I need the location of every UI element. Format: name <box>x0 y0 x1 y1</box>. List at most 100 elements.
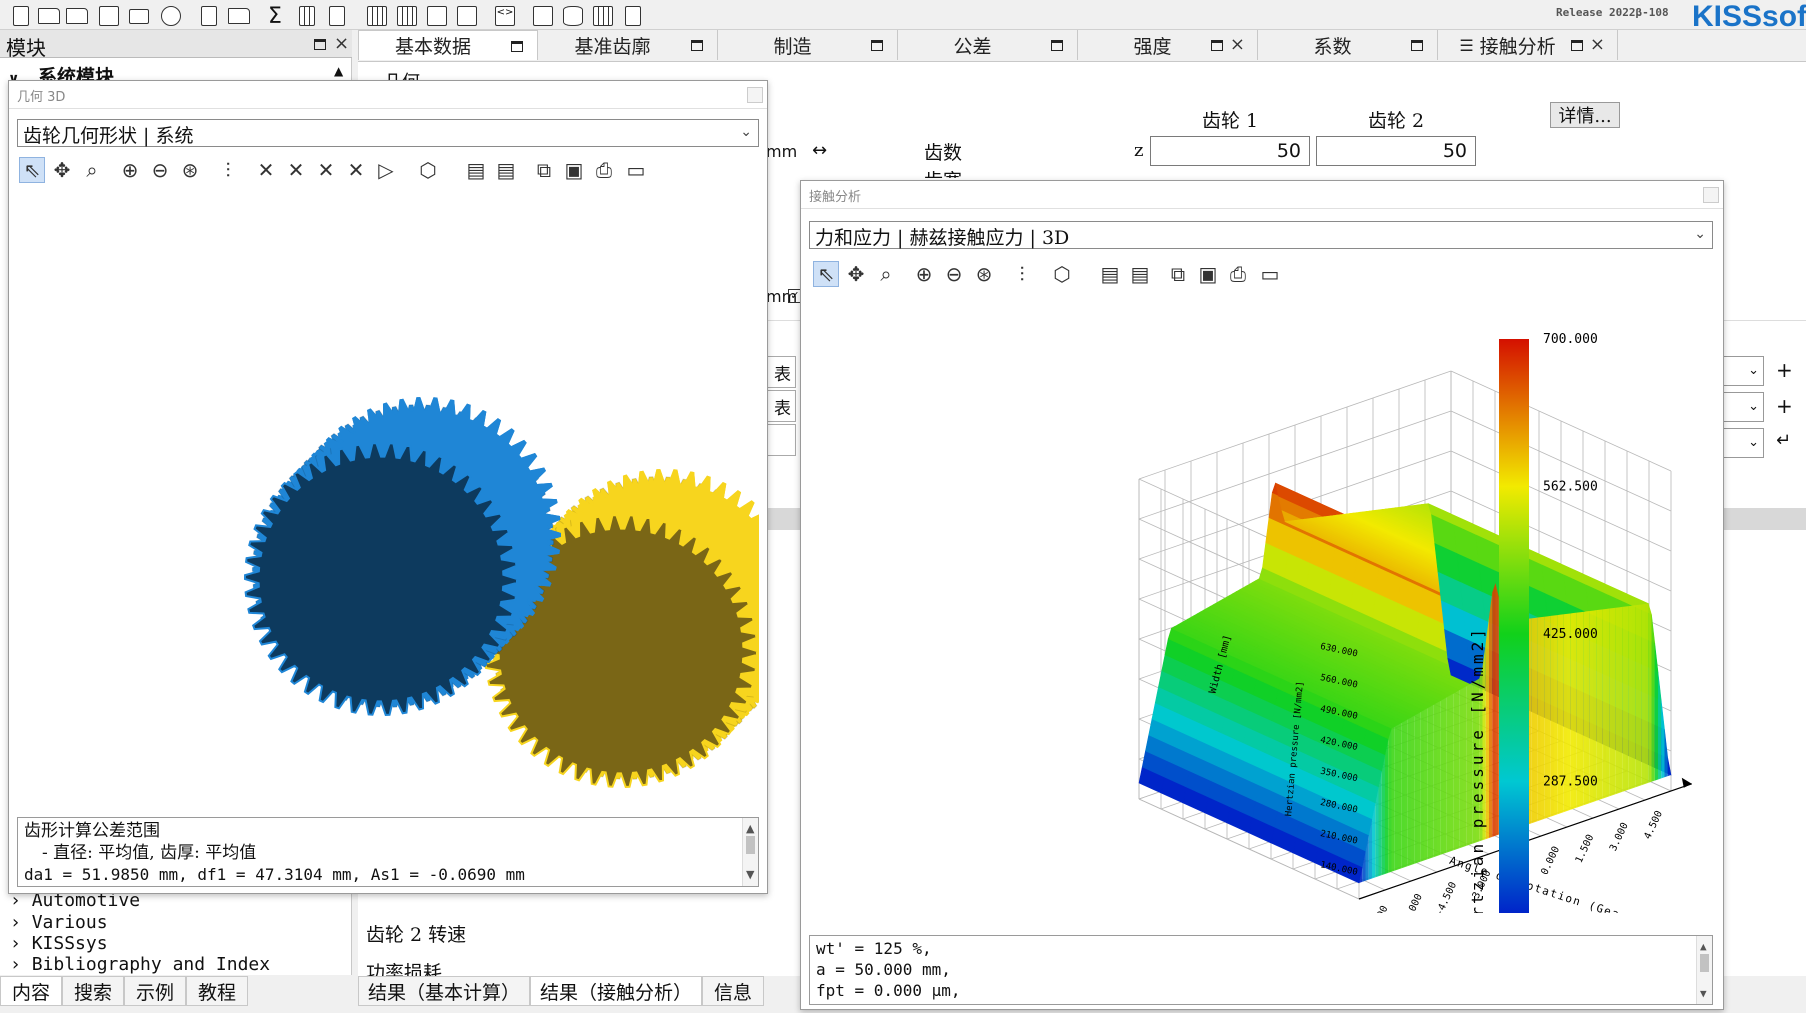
select-arrow-icon[interactable]: ⇖ <box>813 261 839 287</box>
contact-analysis-window[interactable]: 接触分析 力和应力 | 赫兹接触应力 | 3D ⌄ ⇖ ✥ ⌕ ⊕ ⊖ ⊛ ⫶ ⬡… <box>800 180 1724 1010</box>
tab-reference-profile[interactable]: 基准齿廓 <box>538 30 718 60</box>
details-button[interactable]: 详情... <box>1550 102 1620 128</box>
teeth-gear2-input[interactable]: 50 <box>1316 136 1476 166</box>
scrollbar[interactable]: ▲ ▼ <box>1696 936 1712 1004</box>
print-icon[interactable]: ⎙ <box>1225 261 1251 287</box>
tab-info[interactable]: 信息 <box>702 976 764 1006</box>
tab-factors[interactable]: 系数 <box>1258 30 1438 60</box>
geometry-3d-window[interactable]: 几何 3D 齿轮几何形状 | 系统 ⌄ ⇖ ✥ ⌕ ⊕ ⊖ ⊛ ⫶ ✕ ✕ ✕ ✕… <box>8 80 768 894</box>
tree-item[interactable]: › Various <box>10 912 108 933</box>
restore-icon[interactable] <box>1411 40 1423 51</box>
gear-3d-view[interactable] <box>17 193 759 809</box>
tab-search[interactable]: 搜索 <box>62 976 124 1006</box>
scrollbar[interactable]: ▲ ▼ <box>742 818 758 886</box>
play-icon[interactable]: ▷ <box>373 157 399 183</box>
surface-row[interactable] <box>766 424 796 456</box>
zoom-fit-icon[interactable]: ⊛ <box>177 157 203 183</box>
hertzian-pressure-3d-plot[interactable]: -7.500-6.000-4.500-3.000-1.5000.0001.500… <box>809 299 1713 913</box>
view-x-icon[interactable]: ✕ <box>253 157 279 183</box>
tree-item[interactable]: › Bibliography and Index <box>10 954 270 975</box>
modules-scroll-up-icon[interactable]: ▲ <box>334 64 343 78</box>
database-icon[interactable] <box>560 3 586 29</box>
zoom-out-icon[interactable]: ⊖ <box>147 157 173 183</box>
plus-icon[interactable]: + <box>1776 394 1793 418</box>
zoom-fit-icon[interactable]: ⊛ <box>971 261 997 287</box>
select-arrow-icon[interactable]: ⇖ <box>19 157 45 183</box>
close-icon[interactable]: × <box>334 35 349 53</box>
close-icon[interactable]: × <box>1590 36 1605 54</box>
dropdown-right[interactable]: ⌄ <box>1720 356 1764 386</box>
copy-icon[interactable]: ⧉ <box>1165 261 1191 287</box>
restore-icon[interactable] <box>1051 40 1063 51</box>
restore-icon[interactable] <box>1211 40 1223 51</box>
tab-tolerances[interactable]: 公差 <box>898 30 1078 60</box>
calculator-icon[interactable] <box>590 3 616 29</box>
cube-view-icon[interactable]: ⬡ <box>415 157 441 183</box>
report-icon[interactable] <box>294 3 320 29</box>
settings-sliders-icon[interactable]: ⫶ <box>215 157 241 183</box>
video-icon[interactable]: ▭ <box>623 157 649 183</box>
save-icon[interactable]: ▣ <box>1195 261 1221 287</box>
module-c-icon[interactable] <box>424 3 450 29</box>
print-icon[interactable]: ⎙ <box>591 157 617 183</box>
copy-icon[interactable]: ⧉ <box>531 157 557 183</box>
surface-row[interactable]: 表面 <box>766 390 796 444</box>
pan-icon[interactable]: ✥ <box>843 261 869 287</box>
export-icon[interactable] <box>530 3 556 29</box>
tab-tutorials[interactable]: 教程 <box>186 976 248 1006</box>
view-y-icon[interactable]: ✕ <box>283 157 309 183</box>
view-z-icon[interactable]: ✕ <box>313 157 339 183</box>
tab-examples[interactable]: 示例 <box>124 976 186 1006</box>
tab-contents[interactable]: 内容 <box>0 976 62 1006</box>
zoom-out-icon[interactable]: ⊖ <box>941 261 967 287</box>
zoom-window-icon[interactable]: ⌕ <box>79 157 105 183</box>
window-close-button[interactable] <box>1703 187 1719 203</box>
code-icon[interactable]: <> <box>492 3 518 29</box>
open-folder-icon[interactable] <box>36 3 62 29</box>
document-icon[interactable] <box>196 3 222 29</box>
restore-icon[interactable] <box>511 41 523 52</box>
report-icon[interactable]: ▤ <box>1097 261 1123 287</box>
enter-icon[interactable]: ↵ <box>1776 430 1791 451</box>
tab-results-contact[interactable]: 结果（接触分析） <box>530 976 702 1006</box>
plus-icon[interactable]: + <box>1776 358 1793 382</box>
tab-strength[interactable]: 强度 × <box>1078 30 1258 60</box>
refresh-icon[interactable] <box>158 3 184 29</box>
zoom-window-icon[interactable]: ⌕ <box>873 261 899 287</box>
link-icon[interactable]: ↔ <box>812 140 827 161</box>
report-export-icon[interactable]: ▤ <box>493 157 519 183</box>
window-close-button[interactable] <box>747 87 763 103</box>
video-icon[interactable]: ▭ <box>1257 261 1283 287</box>
tab-basic-data[interactable]: 基本数据 <box>358 30 538 60</box>
zoom-in-icon[interactable]: ⊕ <box>117 157 143 183</box>
tab-contact-analysis[interactable]: ☰ 接触分析 × <box>1438 30 1618 60</box>
surface-row[interactable]: 表面 <box>766 356 796 410</box>
mail-icon[interactable] <box>126 3 152 29</box>
tab-results-basic[interactable]: 结果（基本计算） <box>358 976 530 1006</box>
module-a-icon[interactable] <box>364 3 390 29</box>
tab-manufacturing[interactable]: 制造 <box>718 30 898 60</box>
module-d-icon[interactable] <box>454 3 480 29</box>
new-file-icon[interactable] <box>8 3 34 29</box>
pan-icon[interactable]: ✥ <box>49 157 75 183</box>
report-icon[interactable]: ▤ <box>463 157 489 183</box>
restore-icon[interactable] <box>871 40 883 51</box>
report-export-icon[interactable]: ▤ <box>1127 261 1153 287</box>
pdf-icon[interactable] <box>324 3 350 29</box>
dropdown-right[interactable]: ⌄ <box>1720 392 1764 422</box>
view-select[interactable]: 齿轮几何形状 | 系统 ⌄ <box>17 119 759 147</box>
panel-icon[interactable] <box>620 3 646 29</box>
restore-icon[interactable] <box>314 39 326 50</box>
save-icon[interactable] <box>96 3 122 29</box>
result-select[interactable]: 力和应力 | 赫兹接触应力 | 3D ⌄ <box>809 221 1713 249</box>
teeth-gear1-input[interactable]: 50 <box>1150 136 1310 166</box>
view-iso-icon[interactable]: ✕ <box>343 157 369 183</box>
save-icon[interactable]: ▣ <box>561 157 587 183</box>
sum-icon[interactable]: Σ <box>262 3 288 29</box>
folder-icon[interactable] <box>226 3 252 29</box>
restore-icon[interactable] <box>1571 40 1583 51</box>
zoom-in-icon[interactable]: ⊕ <box>911 261 937 287</box>
restore-icon[interactable] <box>691 40 703 51</box>
cube-view-icon[interactable]: ⬡ <box>1049 261 1075 287</box>
module-b-icon[interactable] <box>394 3 420 29</box>
